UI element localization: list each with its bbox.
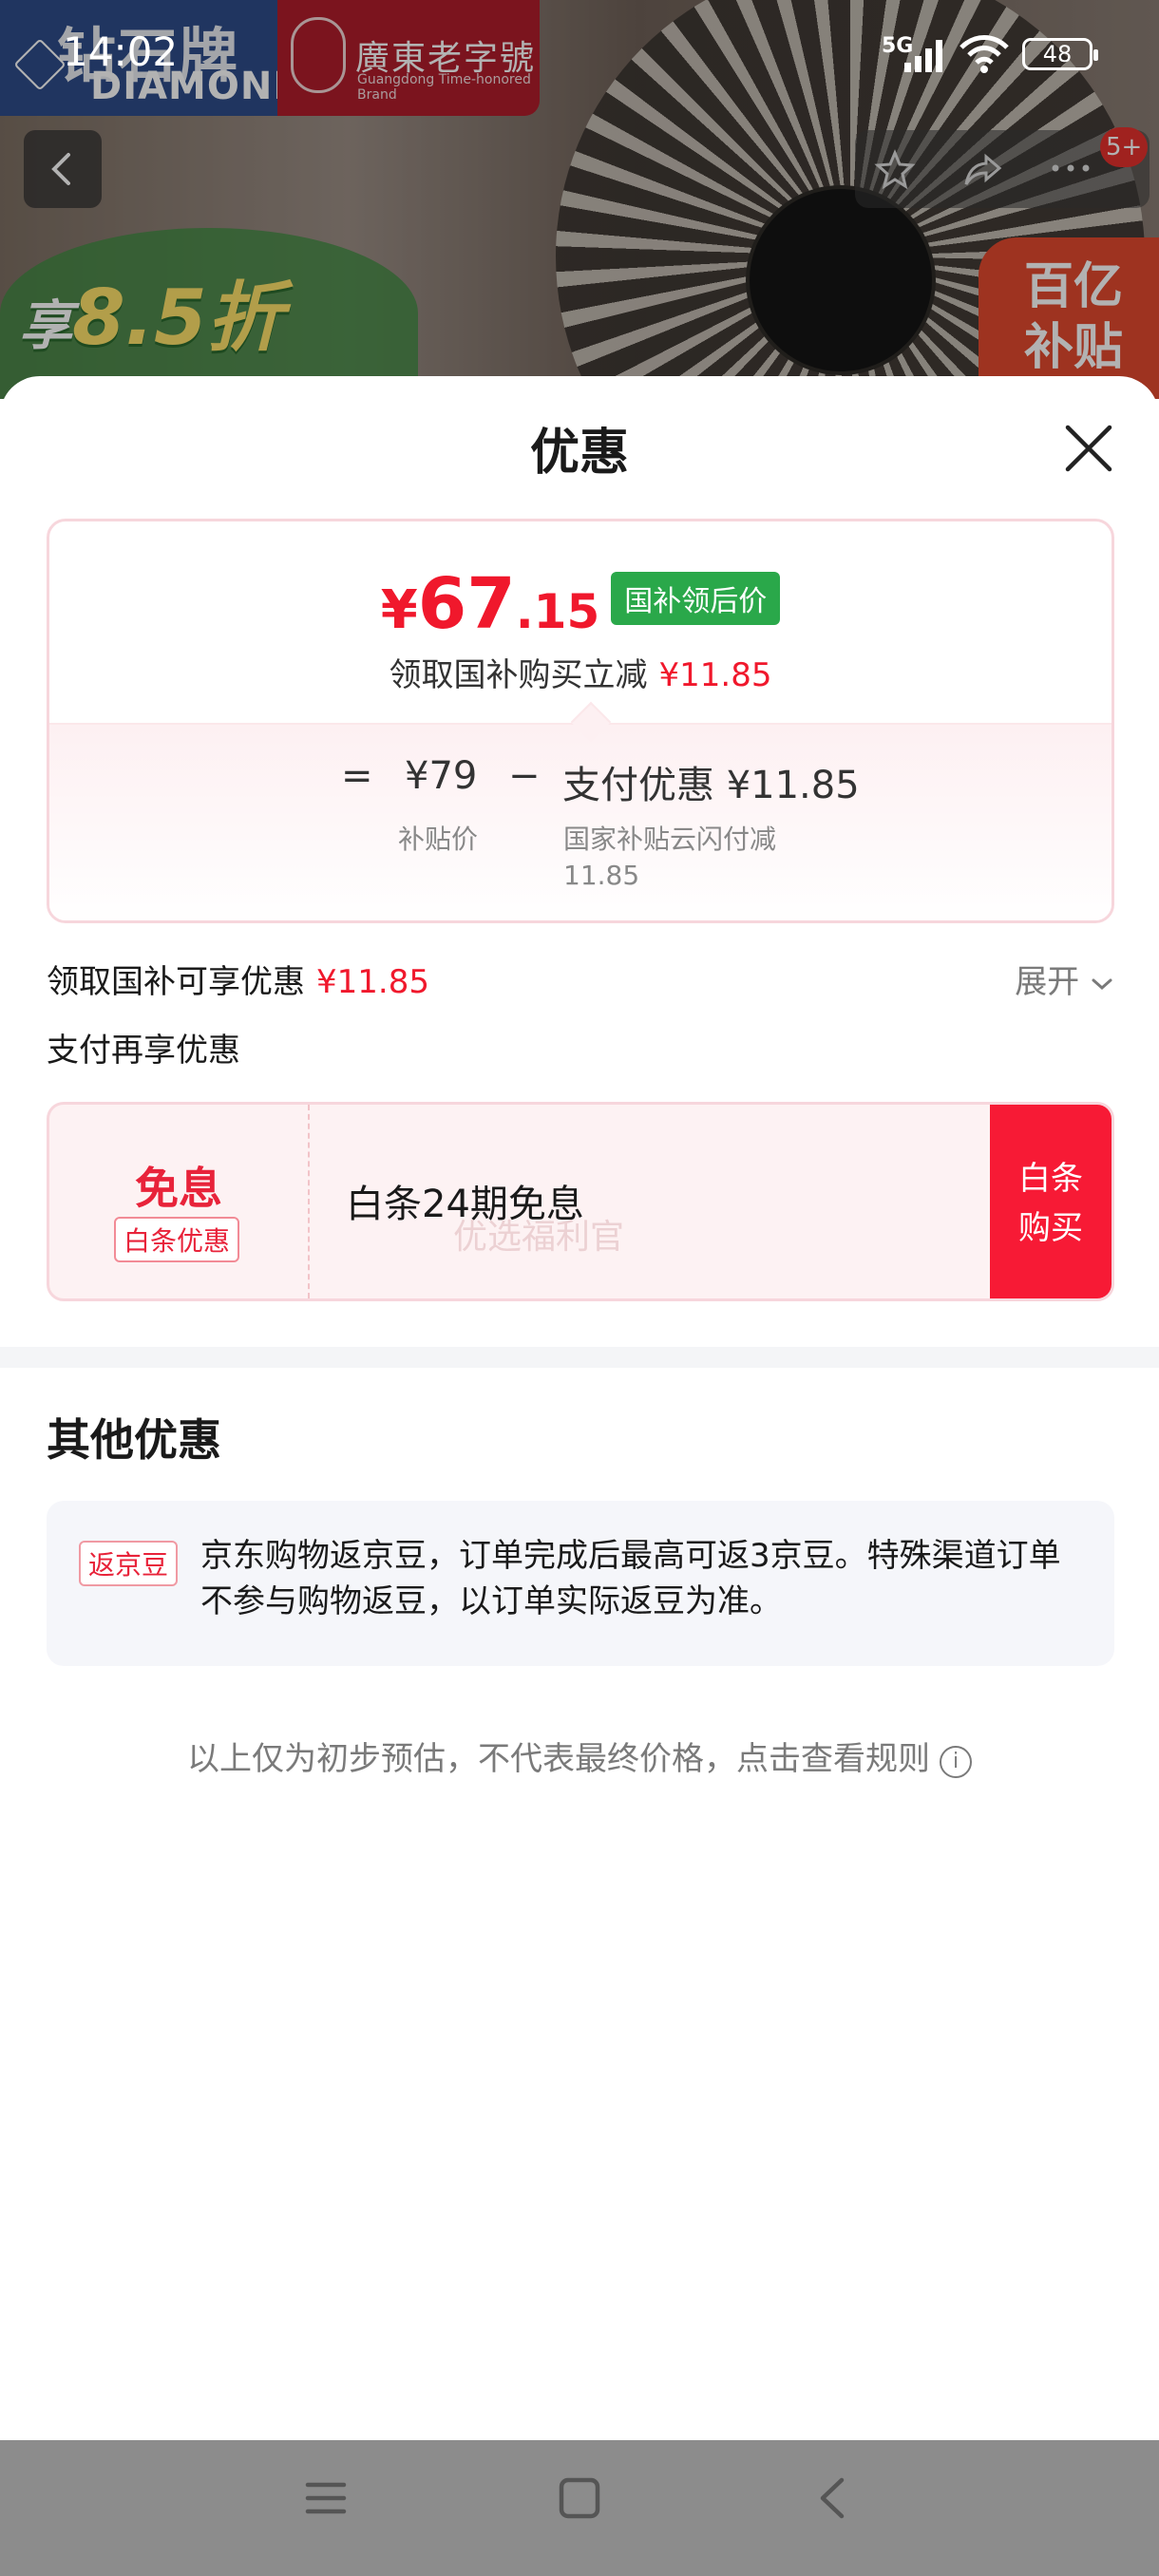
jd-bean-offer: 返京豆 京东购物返京豆，订单完成后最高可返3京豆。特殊渠道订单不参与购物返豆，以… [47, 1501, 1114, 1666]
wifi-icon [960, 35, 1009, 73]
baitiao-chip: 白条优惠 [114, 1217, 240, 1262]
pay-discount-label: 支付再享优惠 [47, 1032, 240, 1070]
minus-sign: − [508, 754, 541, 798]
chevron-down-icon [1092, 978, 1112, 991]
section-divider [0, 1347, 1159, 1368]
payment-discount: 支付优惠 ¥11.85 [562, 764, 860, 807]
subsidy-label: 领取国补可享优惠 [47, 963, 305, 1001]
baitiao-offer-card: 免息 白条优惠 白条24期免息 优选福利官 白条 购买 [47, 1102, 1114, 1301]
base-price-caption: 补贴价 [398, 824, 479, 855]
expand-button[interactable]: 展开 [1015, 956, 1114, 1002]
equals-sign: = [341, 754, 373, 798]
close-icon[interactable] [1060, 420, 1117, 477]
signal-icon [904, 40, 942, 72]
status-time: 14:02 [63, 28, 179, 75]
baitiao-title: 免息 [135, 1163, 222, 1214]
home-icon[interactable] [558, 2476, 601, 2520]
final-price: ¥67.15 国补领后价 [49, 563, 1112, 645]
price-breakdown-card: ¥67.15 国补领后价 领取国补购买立减 ¥11.85 = ¥79 补贴价 − 支… [47, 519, 1114, 923]
base-price: ¥79 [405, 754, 478, 798]
subsidy-row: 领取国补可享优惠 ¥11.85 展开 [47, 956, 1114, 1002]
info-icon[interactable]: i [940, 1746, 972, 1778]
watermark-text: 优选福利官 [453, 1218, 625, 1257]
baitiao-left: 免息 白条优惠 [49, 1105, 310, 1298]
price-tag: 国补领后价 [611, 572, 781, 625]
other-offers-title: 其他优惠 [47, 1414, 221, 1466]
baitiao-buy-button[interactable]: 白条 购买 [990, 1105, 1112, 1298]
menu-icon[interactable] [304, 2476, 348, 2520]
status-bar: 14:02 5G 48 [0, 0, 1159, 114]
price-sub-line: 领取国补购买立减 ¥11.85 [389, 656, 772, 694]
jd-bean-text: 京东购物返京豆，订单完成后最高可返3京豆。特殊渠道订单不参与购物返豆，以订单实际… [200, 1537, 1061, 1620]
payment-discount-caption: 国家补贴云闪付减 11.85 [563, 824, 777, 891]
rules-footnote[interactable]: 以上仅为初步预估，不代表最终价格，点击查看规则 i [0, 1733, 1159, 1779]
system-nav-bar [0, 2440, 1159, 2576]
sheet-title: 优惠 [529, 425, 629, 482]
battery-indicator: 48 [1022, 38, 1098, 70]
back-nav-icon[interactable] [811, 2476, 855, 2520]
subsidy-amount: ¥11.85 [316, 963, 429, 1001]
discount-sheet: 优惠 ¥67.15 国补领后价 领取国补购买立减 ¥11.85 = ¥79 补贴价 … [0, 376, 1159, 2440]
jd-bean-tag: 返京豆 [79, 1541, 179, 1586]
